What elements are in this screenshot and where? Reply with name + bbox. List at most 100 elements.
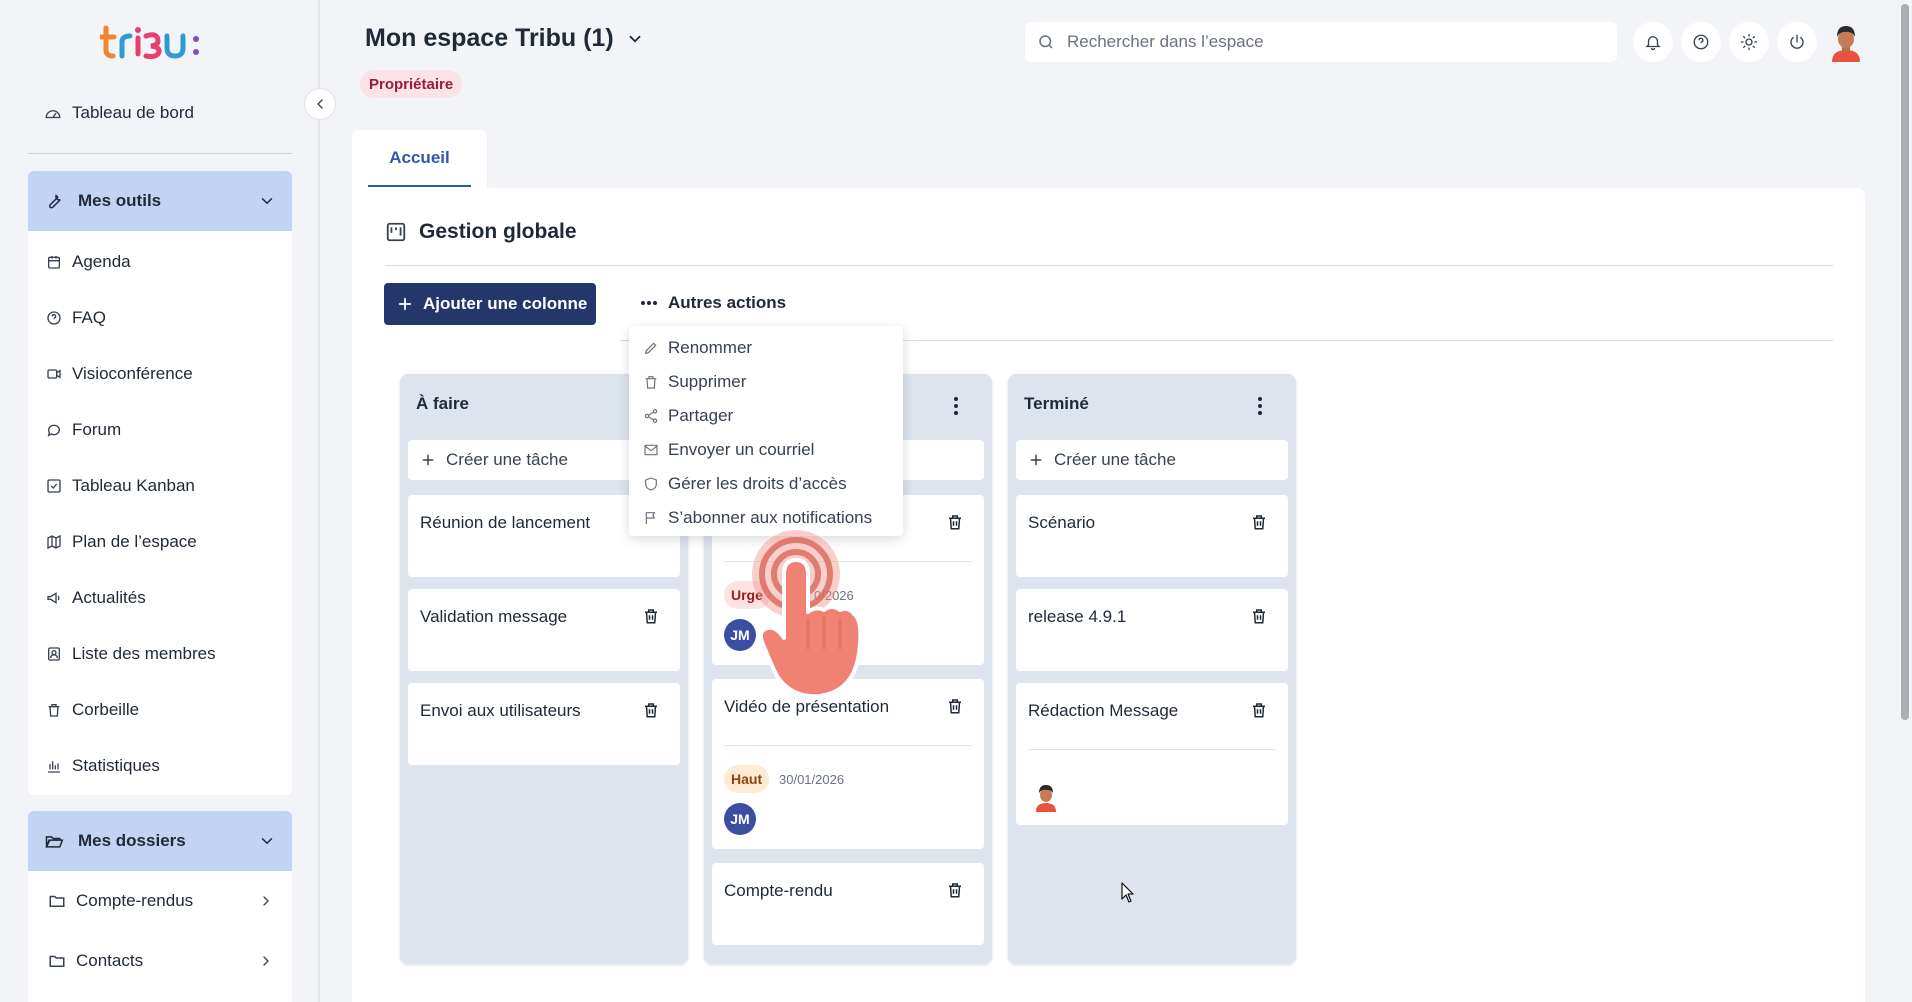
task-title: Compte-rendu [724, 881, 833, 900]
sidebar-item-members[interactable]: Liste des membres [28, 626, 292, 682]
sidebar-item-kanban[interactable]: Tableau Kanban [28, 458, 292, 514]
trash-icon [643, 374, 659, 390]
tools-list: Agenda FAQ Visioconférence Forum Tableau… [28, 231, 292, 795]
menu-item-rename[interactable]: Renommer [629, 331, 903, 365]
chevron-down-icon [626, 30, 644, 48]
sidebar-item-trash[interactable]: Corbeille [28, 682, 292, 738]
board-title-row: Gestion globale [385, 220, 577, 244]
sidebar-item-visio[interactable]: Visioconférence [28, 346, 292, 402]
mouse-pointer-icon [1121, 882, 1135, 904]
task-card[interactable]: Rédaction Message [1016, 683, 1288, 825]
collapse-sidebar-button[interactable] [304, 88, 336, 120]
delete-task-button[interactable] [1250, 607, 1268, 625]
theme-toggle-button[interactable] [1729, 22, 1769, 62]
assignee-avatar: JM [724, 803, 756, 835]
board-title: Gestion globale [419, 220, 577, 243]
notifications-button[interactable] [1633, 22, 1673, 62]
help-button[interactable] [1681, 22, 1721, 62]
folder-icon [48, 952, 66, 970]
delete-task-button[interactable] [1250, 701, 1268, 719]
delete-task-button[interactable] [642, 701, 660, 719]
calendar-icon [46, 254, 62, 270]
tab-accueil[interactable]: Accueil [368, 130, 471, 187]
delete-task-button[interactable] [946, 881, 964, 899]
menu-item-email[interactable]: Envoyer un courriel [629, 433, 903, 467]
priority-badge: Haut [724, 765, 770, 793]
sidebar-item-stats[interactable]: Statistiques [28, 738, 292, 794]
more-actions-button[interactable]: Autres actions [640, 293, 786, 313]
trash-icon [946, 513, 964, 531]
column-title: À faire [416, 394, 469, 413]
sidebar-item-agenda[interactable]: Agenda [28, 234, 292, 290]
sidebar-divider [28, 153, 292, 154]
sidebar-item-label: Liste des membres [72, 644, 216, 663]
task-title: Envoi aux utilisateurs [420, 701, 581, 720]
column-options-button[interactable] [950, 395, 962, 417]
sidebar-folder-compte-rendus[interactable]: Compte-rendus [28, 871, 292, 931]
help-circle-icon [46, 310, 62, 326]
delete-task-button[interactable] [946, 697, 964, 715]
task-card[interactable]: Envoi aux utilisateurs [408, 683, 680, 765]
task-title: Scénario [1028, 513, 1096, 532]
sidebar-item-label: Agenda [72, 252, 131, 271]
create-task-label: Créer une tâche [1054, 450, 1176, 469]
kebab-icon [950, 395, 962, 417]
sidebar-item-faq[interactable]: FAQ [28, 290, 292, 346]
flag-icon [643, 510, 659, 526]
chevron-right-icon [258, 893, 274, 909]
tools-group-header[interactable]: Mes outils [28, 171, 292, 231]
delete-task-button[interactable] [946, 513, 964, 531]
chevron-down-icon [258, 832, 276, 850]
task-card[interactable]: release 4.9.1 [1016, 589, 1288, 671]
tap-indicator-icon [740, 520, 880, 710]
delete-task-button[interactable] [642, 607, 660, 625]
search-bar[interactable] [1025, 22, 1617, 62]
user-avatar[interactable] [1826, 22, 1866, 62]
sidebar-item-news[interactable]: Actualités [28, 570, 292, 626]
mail-icon [643, 442, 659, 458]
sidebar-item-forum[interactable]: Forum [28, 402, 292, 458]
sidebar-item-label: Statistiques [72, 756, 160, 775]
folders-list: Compte-rendus Contacts [28, 871, 292, 1002]
folder-label: Contacts [76, 951, 144, 970]
ellipsis-icon [640, 300, 658, 306]
page-scrollbar-thumb[interactable] [1901, 4, 1909, 720]
trash-icon [946, 697, 964, 715]
card-divider [724, 745, 972, 746]
menu-item-access-rights[interactable]: Gérer les droits d’accès [629, 467, 903, 501]
sidebar-item-dashboard[interactable]: Tableau de bord [28, 98, 292, 128]
more-actions-menu: Renommer Supprimer Partager Envoyer un c… [629, 326, 903, 536]
sidebar-item-plan[interactable]: Plan de l’espace [28, 514, 292, 570]
add-column-button[interactable]: Ajouter une colonne [384, 283, 596, 325]
task-card[interactable]: Scénario [1016, 495, 1288, 577]
create-task-button[interactable]: Créer une tâche [1016, 440, 1288, 480]
kanban-board-icon [385, 221, 407, 243]
workspace-title: Mon espace Tribu (1) [365, 24, 614, 52]
sidebar-item-label: Visioconférence [72, 364, 193, 383]
chevron-down-icon [258, 192, 276, 210]
sidebar-item-label: Corbeille [72, 700, 140, 719]
menu-item-delete[interactable]: Supprimer [629, 365, 903, 399]
logout-button[interactable] [1777, 22, 1817, 62]
workspace-selector[interactable]: Mon espace Tribu (1) [365, 24, 644, 53]
plus-icon [1028, 452, 1044, 468]
share-icon [643, 408, 659, 424]
create-task-label: Créer une tâche [446, 450, 568, 469]
folder-icon [48, 892, 66, 910]
task-card[interactable]: Compte-rendu [712, 863, 984, 945]
menu-item-share[interactable]: Partager [629, 399, 903, 433]
task-card[interactable]: Validation message [408, 589, 680, 671]
column-options-button[interactable] [1254, 395, 1266, 417]
bar-chart-icon [46, 758, 62, 774]
folder-open-icon [44, 831, 64, 851]
chevron-right-icon [258, 953, 274, 969]
search-input[interactable] [1067, 32, 1587, 52]
trash-icon [1250, 607, 1268, 625]
tribu-logo[interactable] [100, 20, 220, 64]
delete-task-button[interactable] [1250, 513, 1268, 531]
search-icon [1037, 33, 1055, 51]
menu-item-label: Partager [668, 406, 734, 425]
sidebar-folder-contacts[interactable]: Contacts [28, 931, 292, 991]
task-title: Validation message [420, 607, 568, 626]
folders-group-header[interactable]: Mes dossiers [28, 811, 292, 871]
